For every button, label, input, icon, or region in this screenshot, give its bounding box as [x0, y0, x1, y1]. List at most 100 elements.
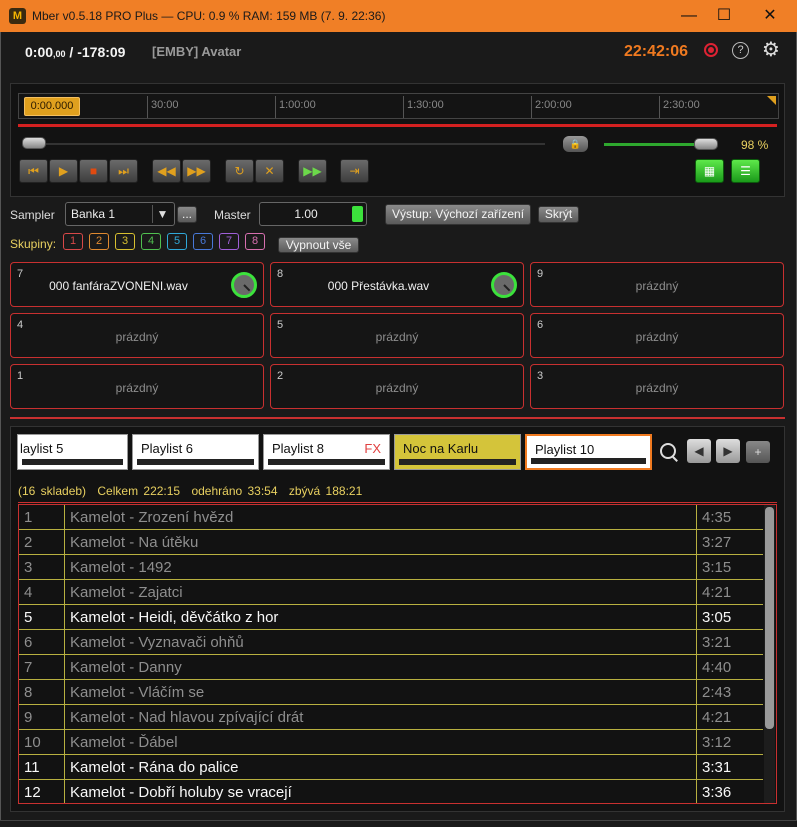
grid-view-button[interactable]: ▦	[695, 159, 724, 183]
table-row[interactable]: 3 Kamelot - 1492 3:15	[19, 555, 763, 580]
playlist-tab[interactable]: Playlist 8 FX	[263, 434, 390, 470]
track-number: 9	[19, 705, 65, 730]
track-number: 10	[19, 730, 65, 755]
playlist-tab[interactable]: laylist 5	[17, 434, 128, 470]
pad-volume-dial-icon[interactable]	[491, 272, 517, 298]
next-button[interactable]: ⏭	[109, 159, 138, 183]
help-icon[interactable]: ?	[732, 42, 749, 59]
record-icon[interactable]	[704, 43, 718, 57]
search-icon[interactable]	[660, 443, 676, 459]
track-duration: 2:43	[702, 684, 732, 701]
group-button-4[interactable]: 4	[141, 233, 161, 250]
list-view-button[interactable]: ☰	[731, 159, 760, 183]
volume-knob[interactable]	[694, 138, 718, 150]
chevron-down-icon[interactable]: ▼	[152, 205, 172, 223]
master-label: Master	[214, 208, 251, 222]
playlist-tab-label: Playlist 8	[272, 441, 325, 456]
timeline-tick: 1:30:00	[403, 96, 444, 118]
track-duration: 3:27	[702, 534, 732, 551]
seek-knob[interactable]	[22, 137, 46, 149]
sample-pad[interactable]: 6 prázdný	[530, 313, 784, 358]
hide-button[interactable]: Skrýt	[538, 206, 579, 223]
playlist-tab[interactable]: Noc na Karlu	[394, 434, 521, 470]
track-title: Kamelot - Zrození hvězd	[65, 505, 697, 530]
table-row[interactable]: 2 Kamelot - Na útěku 3:27	[19, 530, 763, 555]
group-button-6[interactable]: 6	[193, 233, 213, 250]
scrollbar-thumb[interactable]	[765, 507, 774, 729]
bank-select[interactable]: Banka 1 ▼	[65, 202, 175, 226]
fast-forward-button[interactable]: ▶▶	[182, 159, 211, 183]
fx-badge: FX	[364, 441, 381, 456]
track-number: 6	[19, 630, 65, 655]
sample-pad[interactable]: 7 000 fanfáraZVONENI.wav	[10, 262, 264, 307]
master-level-indicator	[352, 206, 363, 222]
sample-pad[interactable]: 9 prázdný	[530, 262, 784, 307]
pad-name: 000 fanfáraZVONENI.wav	[49, 279, 188, 293]
minimize-button[interactable]: —	[674, 4, 704, 28]
table-row[interactable]: 1 Kamelot - Zrození hvězd 4:35	[19, 505, 763, 530]
stats-divider	[18, 502, 777, 503]
table-row[interactable]: 8 Kamelot - Vláčím se 2:43	[19, 680, 763, 705]
gear-icon[interactable]: ⚙	[760, 39, 782, 61]
seek-track[interactable]	[30, 143, 545, 145]
playlist-tab-label: laylist 5	[20, 441, 64, 456]
table-row[interactable]: 4 Kamelot - Zajatci 4:21	[19, 580, 763, 605]
close-button[interactable]: ✕	[755, 4, 785, 28]
playlist-tab[interactable]: Playlist 6	[132, 434, 259, 470]
track-title: Kamelot - Nad hlavou zpívající drát	[65, 705, 697, 730]
timeline-tick: 30:00	[147, 96, 179, 118]
bank-more-button[interactable]: ...	[177, 206, 197, 223]
playlist-tab-label: Playlist 10	[535, 442, 595, 457]
group-button-1[interactable]: 1	[63, 233, 83, 250]
table-row[interactable]: 7 Kamelot - Danny 4:40	[19, 655, 763, 680]
play-button[interactable]: ▶	[49, 159, 78, 183]
track-list-scrollbar[interactable]	[764, 505, 775, 803]
repeat-button[interactable]: ↻	[225, 159, 254, 183]
sample-pad[interactable]: 2 prázdný	[270, 364, 524, 409]
clock: 22:42:06	[624, 43, 689, 60]
track-number: 5	[19, 605, 65, 630]
timeline[interactable]: 0:00.000 30:00 1:00:00 1:30:00 2:00:00 2…	[18, 93, 779, 119]
table-row[interactable]: 12 Kamelot - Dobří holuby se vracejí 3:36	[19, 780, 763, 803]
table-row[interactable]: 10 Kamelot - Ďábel 3:12	[19, 730, 763, 755]
add-playlist-button[interactable]: +	[746, 441, 770, 463]
group-button-7[interactable]: 7	[219, 233, 239, 250]
group-button-2[interactable]: 2	[89, 233, 109, 250]
sample-pad[interactable]: 4 prázdný	[10, 313, 264, 358]
timeline-cursor[interactable]: 0:00.000	[24, 97, 80, 116]
rewind-button[interactable]: ◀◀	[152, 159, 181, 183]
track-count: (16 skladeb)	[18, 484, 87, 498]
table-row[interactable]: 9 Kamelot - Nad hlavou zpívající drát 4:21	[19, 705, 763, 730]
playlist-tab-label: Noc na Karlu	[403, 441, 479, 456]
playlist-next-button[interactable]: ▶	[716, 439, 740, 463]
table-row[interactable]: 11 Kamelot - Rána do palice 3:31	[19, 755, 763, 780]
master-volume-field[interactable]: 1.00	[259, 202, 367, 226]
output-device-button[interactable]: Výstup: Výchozí zařízení	[385, 204, 531, 225]
playlist-prev-button[interactable]: ◀	[687, 439, 711, 463]
sample-pad[interactable]: 5 prázdný	[270, 313, 524, 358]
stop-button[interactable]: ■	[79, 159, 108, 183]
pad-name: prázdný	[375, 381, 419, 395]
pad-volume-dial-icon[interactable]	[231, 272, 257, 298]
lock-icon[interactable]: 🔒	[563, 136, 588, 152]
sample-pad[interactable]: 3 prázdný	[530, 364, 784, 409]
jump-button[interactable]: ⇥	[340, 159, 369, 183]
track-title: Kamelot - Zajatci	[65, 580, 697, 605]
timeline-tick: 2:00:00	[531, 96, 572, 118]
sample-pad[interactable]: 1 prázdný	[10, 364, 264, 409]
pad-name: 000 Přestávka.wav	[327, 279, 430, 293]
playlist-tab-progress	[137, 459, 254, 465]
autoplay-button[interactable]: ▶▶	[298, 159, 327, 183]
table-row[interactable]: 5 Kamelot - Heidi, děvčátko z hor 3:05	[19, 605, 763, 630]
shuffle-button[interactable]: ✕	[255, 159, 284, 183]
group-button-3[interactable]: 3	[115, 233, 135, 250]
all-off-button[interactable]: Vypnout vše	[278, 237, 359, 253]
sample-pad[interactable]: 8 000 Přestávka.wav	[270, 262, 524, 307]
track-title: Kamelot - Na útěku	[65, 530, 697, 555]
previous-button[interactable]: ⏮	[19, 159, 48, 183]
maximize-button[interactable]: ☐	[709, 4, 739, 28]
table-row[interactable]: 6 Kamelot - Vyznavači ohňů 3:21	[19, 630, 763, 655]
playlist-tab-active[interactable]: Playlist 10	[525, 434, 652, 470]
group-button-8[interactable]: 8	[245, 233, 265, 250]
group-button-5[interactable]: 5	[167, 233, 187, 250]
